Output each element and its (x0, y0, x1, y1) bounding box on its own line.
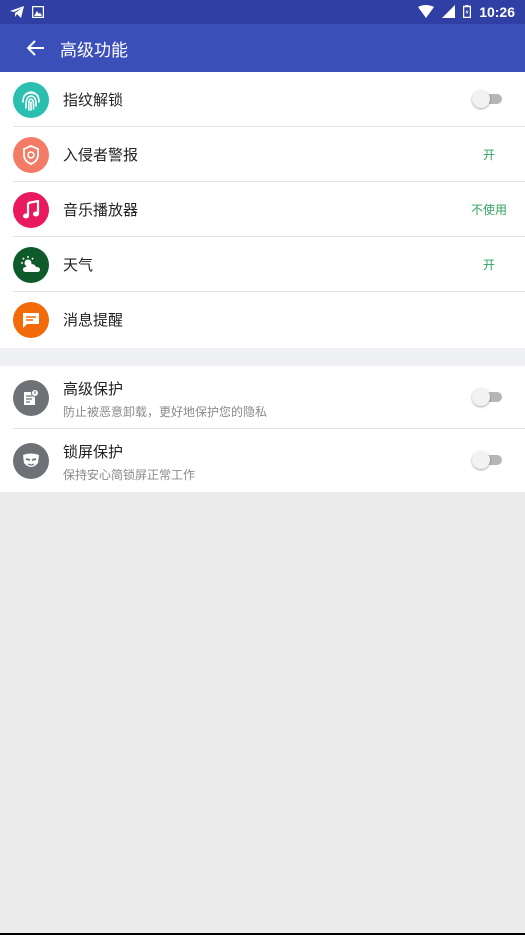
intruder-alert-status: 开 (482, 148, 495, 162)
gallery-icon (31, 3, 45, 22)
lockscreen-protection-label: 锁屏保护 (63, 443, 124, 461)
arrow-left-icon (27, 40, 44, 56)
weather-row[interactable]: 天气 开 (0, 237, 525, 292)
lockscreen-protection-description: 保持安心简锁屏正常工作 (63, 468, 196, 482)
message-reminder-row[interactable]: 消息提醒 (0, 292, 525, 347)
app-bar: 高级功能 (0, 24, 525, 72)
music-player-status: 不使用 (470, 203, 507, 217)
shield-icon (13, 137, 49, 173)
music-player-label: 音乐播放器 (63, 201, 139, 219)
section-divider (0, 348, 525, 366)
protection-list: 高级保护 防止被恶意卸载，更好地保护您的隐私 锁屏保护 保持安心简锁屏正常工作 (0, 366, 525, 492)
fingerprint-unlock-label: 指纹解锁 (63, 91, 124, 109)
page-title: 高级功能 (60, 40, 128, 61)
back-button[interactable] (12, 24, 60, 72)
message-icon (13, 302, 49, 338)
advanced-protection-row[interactable]: 高级保护 防止被恶意卸载，更好地保护您的隐私 (0, 366, 525, 429)
music-note-icon (13, 192, 49, 228)
lockscreen-protection-toggle[interactable] (472, 451, 502, 469)
status-bar: 10:26 (0, 0, 525, 24)
wifi-icon (418, 3, 435, 22)
battery-icon (462, 3, 472, 22)
weather-label: 天气 (63, 256, 94, 274)
weather-icon (13, 247, 49, 283)
clock-time: 10:26 (479, 4, 515, 20)
lockscreen-protection-row[interactable]: 锁屏保护 保持安心简锁屏正常工作 (0, 429, 525, 492)
music-player-row[interactable]: 音乐播放器 不使用 (0, 182, 525, 237)
protection-doc-icon (13, 380, 49, 416)
advanced-protection-toggle[interactable] (472, 388, 502, 406)
advanced-protection-description: 防止被恶意卸载，更好地保护您的隐私 (63, 405, 268, 419)
intruder-alert-label: 入侵者警报 (63, 146, 139, 164)
telegram-icon (10, 3, 24, 22)
fingerprint-unlock-toggle[interactable] (472, 90, 502, 108)
intruder-alert-row[interactable]: 入侵者警报 开 (0, 127, 525, 182)
fingerprint-icon (13, 82, 49, 118)
fingerprint-unlock-row[interactable]: 指纹解锁 (0, 72, 525, 127)
signal-icon (442, 3, 456, 22)
weather-status: 开 (482, 258, 495, 272)
mask-icon (13, 443, 49, 479)
advanced-protection-label: 高级保护 (63, 380, 124, 398)
feature-list: 指纹解锁 入侵者警报 开 音乐播放器 不使用 天气 开 消息提醒 (0, 72, 525, 348)
message-reminder-label: 消息提醒 (63, 311, 124, 329)
